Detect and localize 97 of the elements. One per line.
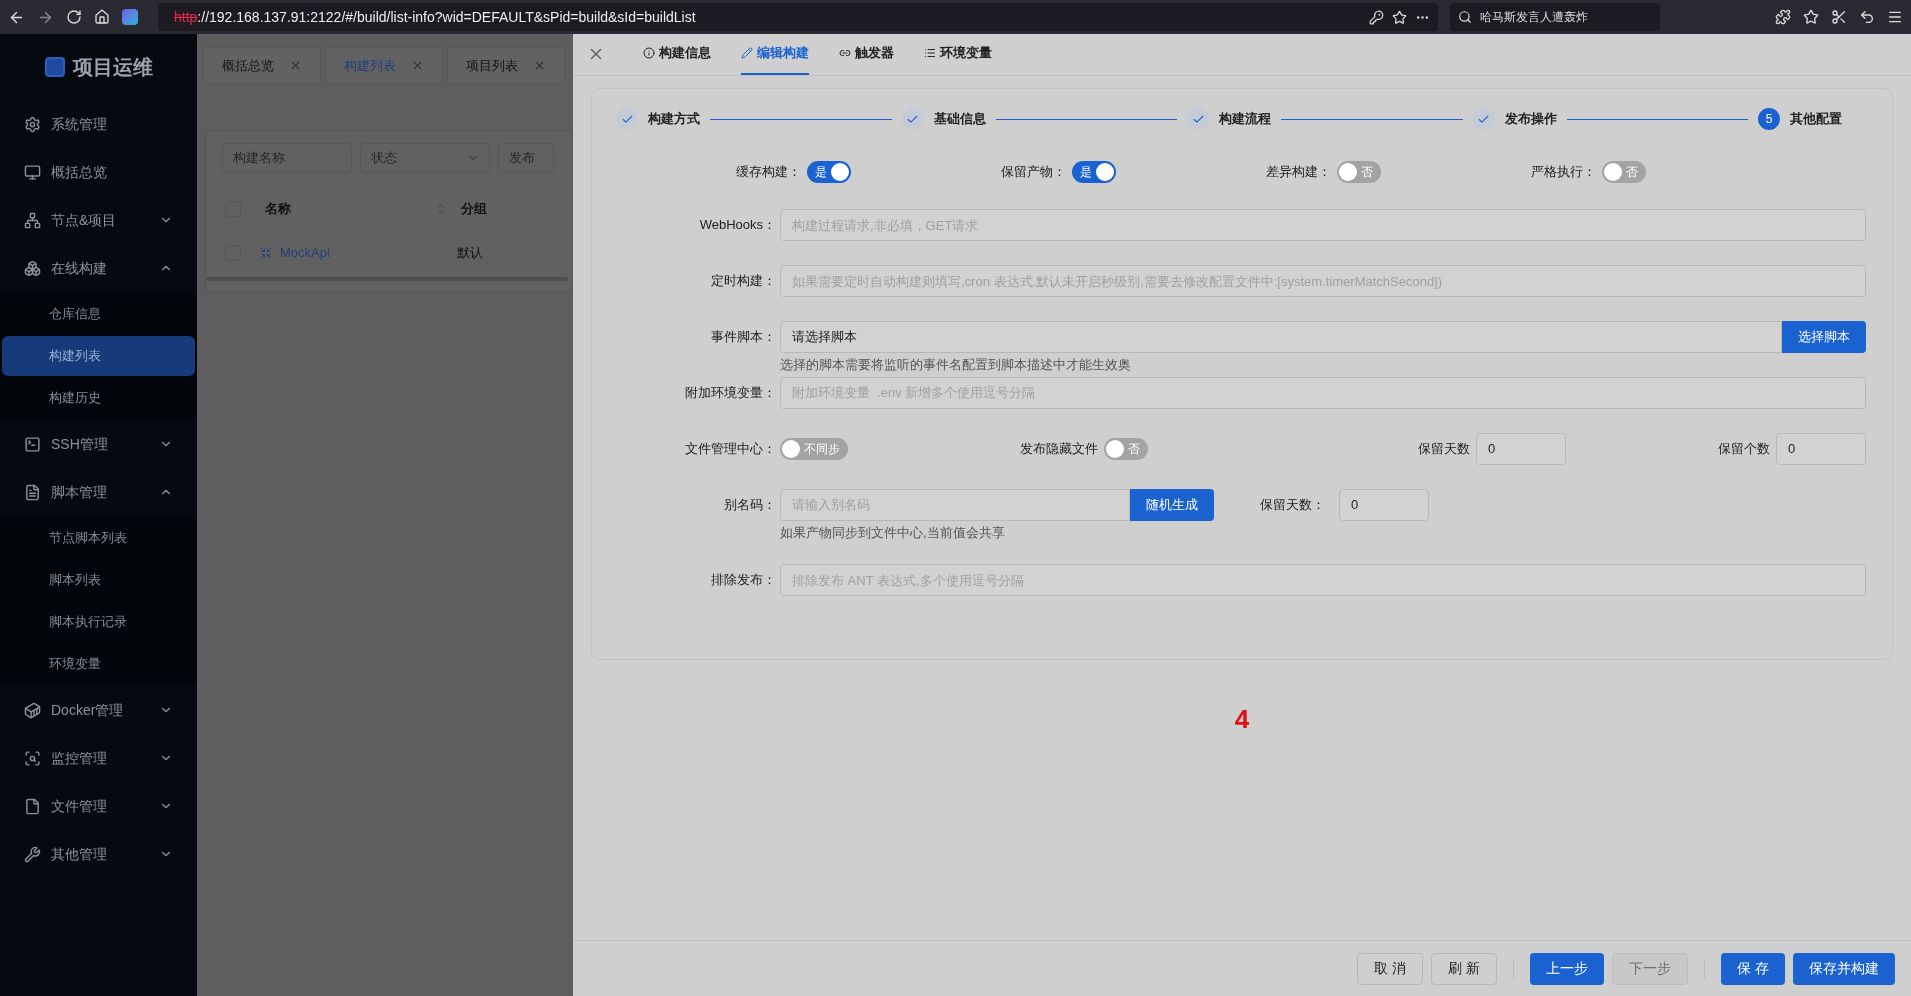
wrench-icon	[24, 845, 41, 863]
star-icon[interactable]	[1392, 9, 1407, 25]
select-script-button[interactable]: 选择脚本	[1782, 321, 1866, 353]
check-icon	[616, 108, 638, 130]
field-label: 排除发布：	[710, 571, 776, 590]
url-scheme: http	[174, 7, 198, 27]
pencil-icon	[741, 47, 753, 59]
table-cell-text: 默认	[457, 244, 483, 263]
input-field[interactable]: 0	[1776, 432, 1866, 465]
field-label: 保留产物：	[1001, 163, 1066, 182]
drawer-tab[interactable]: 构建信息	[643, 33, 711, 75]
list-icon	[924, 47, 936, 59]
help-text: 如果产物同步到文件中心,当前值会共享	[780, 523, 1005, 542]
sidebar-item[interactable]: 概括总览	[0, 148, 197, 196]
monitor-icon	[24, 163, 41, 181]
logo-text: 项目运维	[72, 55, 153, 80]
search-icon	[1458, 10, 1472, 24]
home-icon[interactable]	[94, 9, 110, 25]
field-label: 事件脚本：	[710, 328, 776, 347]
network-icon	[24, 211, 41, 229]
step: 构建方式	[616, 108, 700, 130]
submenu-item[interactable]: 环境变量	[2, 644, 195, 684]
sidebar-item[interactable]: 在线构建	[0, 244, 197, 292]
sidebar-item[interactable]: 监控管理	[0, 734, 197, 782]
search-field[interactable]: 哈马斯发言人遭轰炸	[1450, 3, 1660, 31]
reload-icon[interactable]	[66, 9, 82, 25]
step-number: 5	[1758, 108, 1780, 130]
input-field[interactable]: 0	[1476, 432, 1566, 465]
toggle-switch[interactable]: 是	[1072, 161, 1116, 183]
field-label: 别名码：	[723, 495, 776, 514]
column-header: 名称	[265, 200, 292, 219]
footer-button[interactable]: 保 存	[1721, 952, 1785, 985]
footer-button[interactable]: 刷 新	[1431, 952, 1498, 985]
shrink-icon	[260, 247, 272, 259]
sidebar-item[interactable]: 文件管理	[0, 782, 197, 830]
drawer-tab[interactable]: 环境变量	[924, 33, 992, 75]
submenu-item[interactable]: 脚本列表	[2, 560, 195, 600]
terminal-icon	[24, 435, 41, 453]
scissors-icon[interactable]	[1831, 9, 1847, 25]
field-label: WebHooks：	[698, 216, 776, 235]
step: 5 其他配置	[1758, 108, 1842, 130]
step: 发布操作	[1472, 108, 1557, 130]
step: 构建流程	[1187, 108, 1271, 130]
gear-icon	[24, 115, 41, 133]
sidebar-item[interactable]: 其他管理	[0, 830, 197, 878]
drawer-tab[interactable]: 触发器	[839, 33, 894, 75]
input-field[interactable]: 0	[1339, 488, 1429, 521]
footer-button[interactable]: 保存并构建	[1793, 952, 1895, 985]
check-icon	[901, 108, 924, 130]
field-label: 缓存构建：	[736, 163, 801, 182]
sidebar-item[interactable]: Docker管理	[0, 686, 197, 734]
search-text: 哈马斯发言人遭轰炸	[1480, 9, 1588, 26]
submenu-item[interactable]: 脚本执行记录	[2, 602, 195, 642]
address-bar[interactable]: http://192.168.137.91:2122/#/build/list-info?wid=DEFAULT&sPid=build&sId=buildList	[158, 3, 1438, 31]
document-icon	[24, 483, 41, 501]
annotation-number: 4	[1234, 703, 1250, 732]
container-icon	[24, 701, 41, 719]
submenu-item[interactable]: 构建历史	[2, 378, 195, 418]
column-header: 分组	[461, 200, 487, 219]
sidebar-item[interactable]: 系统管理	[0, 100, 197, 148]
submenu-item[interactable]: 节点脚本列表	[2, 518, 195, 558]
toggle-switch[interactable]: 是	[807, 161, 851, 183]
generate-button[interactable]: 随机生成	[1130, 488, 1214, 521]
field-label: 保留天数：	[1260, 495, 1325, 514]
logo-icon	[44, 57, 65, 77]
field-label: 定时构建：	[710, 272, 776, 291]
menu-icon[interactable]	[1887, 9, 1903, 25]
drawer-tab[interactable]: 编辑构建	[741, 33, 809, 75]
blocks-icon	[24, 259, 41, 277]
field-label: 文件管理中心：	[684, 439, 776, 458]
field-label: 保留天数	[1418, 439, 1470, 458]
url-text: ://192.168.137.91:2122/#/build/list-info?wid=DEFAULT&sPid=build&sId=buildList	[197, 7, 696, 27]
check-icon	[1187, 108, 1209, 130]
bookmarks-icon[interactable]	[1803, 9, 1819, 25]
undo-icon[interactable]	[1859, 9, 1875, 25]
file-icon	[24, 797, 41, 815]
field-label: 附加环境变量：	[684, 383, 776, 402]
submenu-item[interactable]: 仓库信息	[2, 294, 195, 334]
input-field[interactable]: 请选择脚本	[780, 321, 1782, 353]
magnifier-icon	[24, 749, 41, 767]
field-label: 差异构建：	[1266, 163, 1331, 182]
submenu-item[interactable]: 构建列表	[2, 336, 195, 376]
help-text: 选择的脚本需要将监听的事件名配置到脚本描述中才能生效奥	[780, 356, 1131, 374]
check-icon	[1472, 108, 1495, 130]
sidebar-item[interactable]: 节点&项目	[0, 196, 197, 244]
field-label: 发布隐藏文件	[1020, 439, 1098, 458]
sidebar-item[interactable]: SSH管理	[0, 420, 197, 468]
info-icon	[643, 47, 655, 59]
step: 基础信息	[901, 108, 986, 130]
sidebar-item[interactable]: 脚本管理	[0, 468, 197, 516]
field-label: 严格执行：	[1531, 163, 1596, 182]
key-icon[interactable]	[1369, 9, 1384, 25]
field-label: 保留个数	[1718, 439, 1770, 458]
footer-button[interactable]: 上一步	[1530, 952, 1605, 985]
puzzle-icon[interactable]	[1775, 9, 1791, 25]
link-icon	[839, 47, 851, 59]
footer-button[interactable]: 取 消	[1357, 952, 1424, 985]
